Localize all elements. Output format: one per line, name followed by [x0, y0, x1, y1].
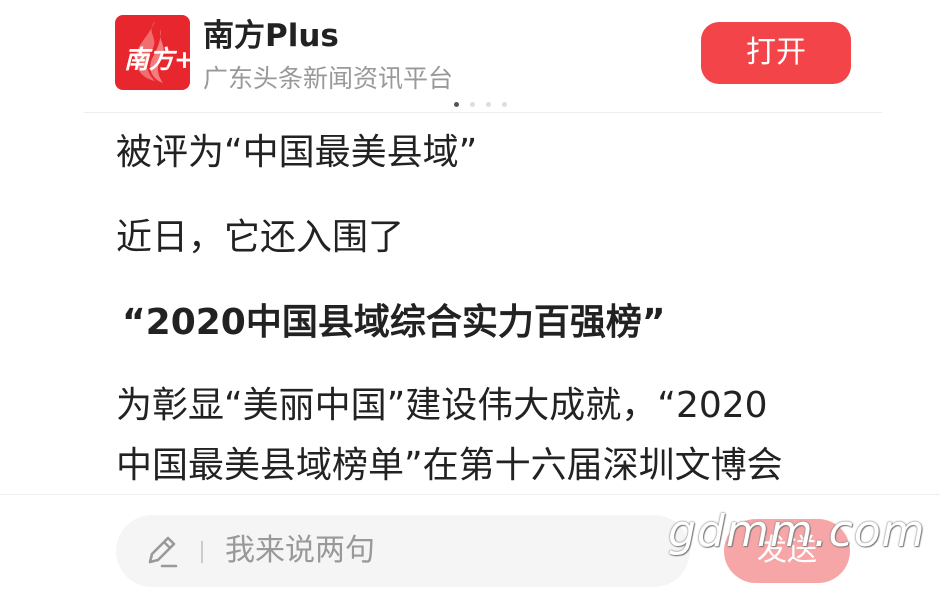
app-name: 南方Plus	[203, 18, 339, 54]
watermark: gdmm.com	[668, 506, 926, 557]
page: 南方+ 南方Plus 广东头条新闻资讯平台 打开 被评为“中国最美县域” 近日，…	[0, 0, 940, 594]
carousel-dot[interactable]	[502, 102, 507, 107]
carousel-dot[interactable]	[486, 102, 491, 107]
svg-text:南方+: 南方+	[124, 45, 190, 74]
carousel-dot[interactable]	[470, 102, 475, 107]
input-divider	[201, 541, 203, 563]
open-app-button[interactable]: 打开	[701, 22, 851, 84]
article-highlight: “2020中国县域综合实力百强榜”	[122, 302, 666, 343]
article-paragraph: 中国最美县域榜单”在第十六届深圳文博会	[116, 445, 783, 486]
article-paragraph: 近日，它还入围了	[116, 217, 405, 258]
article-body: 被评为“中国最美县域” 近日，它还入围了 “2020中国县域综合实力百强榜” 为…	[116, 112, 866, 494]
app-logo[interactable]: 南方+	[115, 15, 190, 90]
comment-input[interactable]: 我来说两句	[116, 515, 690, 587]
comment-placeholder: 我来说两句	[225, 533, 375, 568]
carousel-dot[interactable]	[454, 102, 459, 107]
app-subtitle: 广东头条新闻资讯平台	[203, 64, 454, 93]
pen-icon	[148, 536, 178, 568]
app-banner: 南方+ 南方Plus 广东头条新闻资讯平台 打开	[84, 0, 882, 113]
article-paragraph: 被评为“中国最美县域”	[116, 132, 478, 173]
article-paragraph: 为彰显“美丽中国”建设伟大成就，“2020	[116, 385, 768, 426]
carousel-dots	[454, 102, 507, 108]
flame-logo-icon: 南方+	[124, 21, 190, 83]
